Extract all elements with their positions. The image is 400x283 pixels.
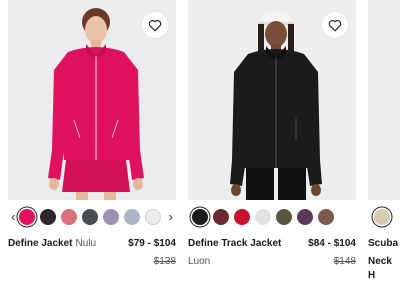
product-price: $79 - $104 (128, 238, 176, 249)
swatch-2[interactable] (234, 209, 250, 225)
product-info: Define Jacket Nulu $79 - $104 $138 (8, 237, 176, 269)
color-swatch-row (188, 205, 360, 229)
product-card-scuba[interactable]: Scuba Neck H (368, 0, 400, 281)
swatch-0[interactable] (374, 209, 390, 225)
product-card-define-track-jacket[interactable]: Define Track Jacket $84 - $104 Luon $148 (188, 0, 356, 267)
chevron-right-icon[interactable]: › (166, 205, 177, 229)
swatch-6[interactable] (318, 209, 334, 225)
product-fabric: Nulu (75, 238, 97, 249)
heart-outline-icon (148, 19, 162, 32)
product-image[interactable] (8, 0, 176, 200)
swatch-0[interactable] (18, 209, 35, 225)
product-image[interactable] (188, 0, 356, 200)
product-fabric: Neck H (368, 256, 392, 281)
chevron-left-icon[interactable]: ‹ (8, 205, 19, 229)
swatch-4[interactable] (276, 209, 292, 225)
product-name-link[interactable]: Define Jacket Nulu (8, 237, 96, 251)
swatch-0[interactable] (192, 209, 208, 225)
swatch-4[interactable] (102, 209, 119, 225)
swatch-5[interactable] (297, 209, 313, 225)
wishlist-button[interactable] (322, 12, 348, 38)
color-swatch-row (368, 205, 400, 229)
original-price: $138 (153, 256, 176, 267)
swatch-5[interactable] (123, 209, 140, 225)
product-name: Define Jacket (8, 238, 73, 249)
original-price: $148 (333, 256, 356, 267)
wishlist-button[interactable] (142, 12, 168, 38)
product-name[interactable]: Define Track Jacket (188, 237, 281, 251)
product-price: $84 - $104 (308, 238, 356, 249)
swatch-3[interactable] (255, 209, 271, 225)
swatch-3[interactable] (81, 209, 98, 225)
heart-outline-icon (328, 19, 342, 32)
swatch-1[interactable] (39, 209, 56, 225)
swatch-6[interactable] (144, 209, 161, 225)
product-info: Scuba Neck H (368, 237, 400, 283)
product-name[interactable]: Scuba (368, 237, 398, 251)
product-fabric: Luon (188, 256, 211, 267)
swatch-1[interactable] (213, 209, 229, 225)
product-info: Define Track Jacket $84 - $104 Luon $148 (188, 237, 356, 269)
product-card-define-jacket[interactable]: ‹ › Define Jacket Nulu $79 - $104 $138 (8, 0, 176, 267)
color-swatch-row: ‹ › (8, 205, 176, 229)
swatch-2[interactable] (60, 209, 77, 225)
product-image[interactable] (368, 0, 400, 200)
